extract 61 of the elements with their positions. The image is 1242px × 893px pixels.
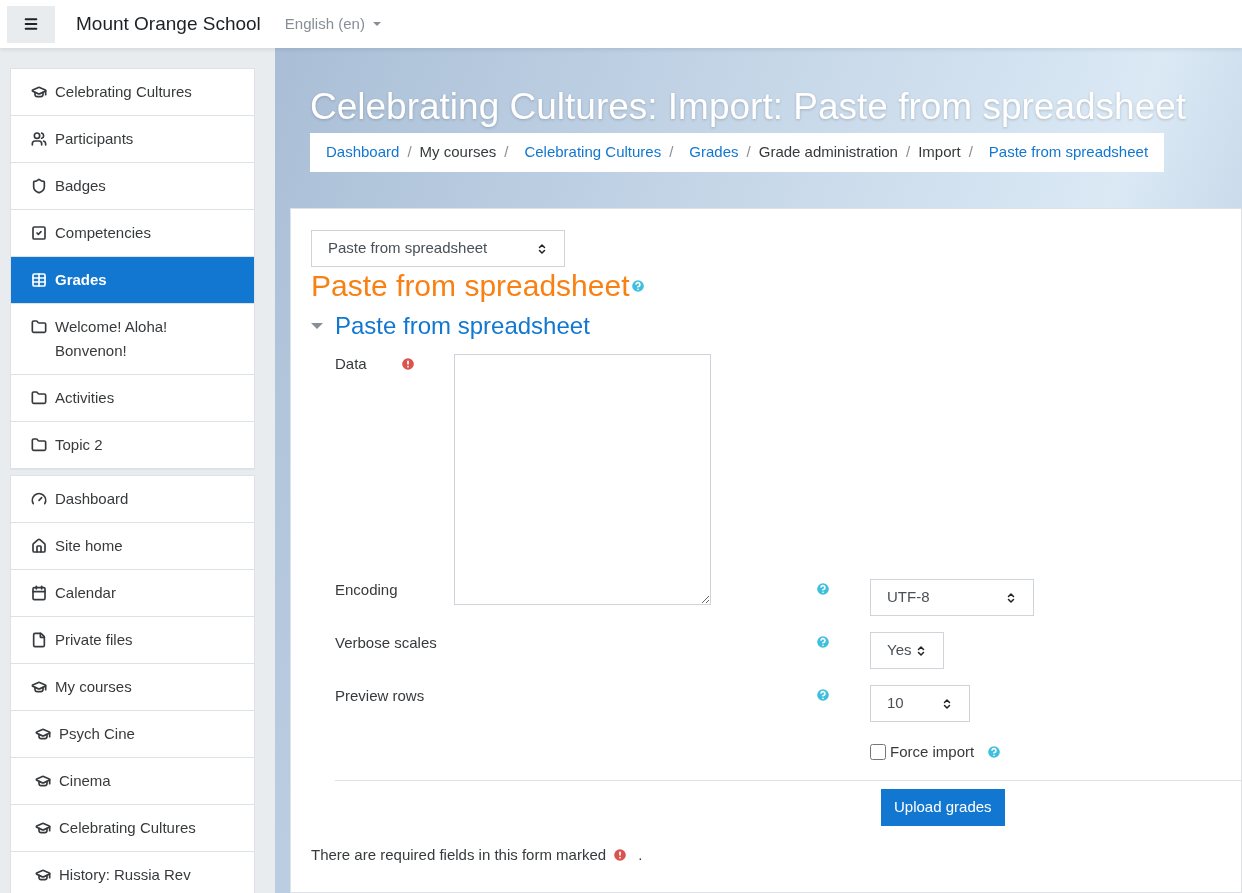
sidebar-item[interactable]: Grades (11, 257, 254, 304)
breadcrumb-item: My courses (419, 142, 497, 163)
help-icon[interactable] (629, 278, 646, 294)
updown-caret-icon (941, 697, 953, 710)
breadcrumb-separator: / (967, 142, 974, 163)
field-label: Verbose scales (335, 633, 438, 653)
folder-icon (31, 390, 47, 406)
folder-icon (31, 319, 47, 335)
gauge-icon (31, 491, 47, 507)
users-icon (31, 131, 47, 147)
caret-icon (372, 22, 381, 26)
folder-icon (31, 437, 47, 453)
help-icon[interactable] (986, 744, 1003, 761)
required-note: There are required fields in this form marked (311, 844, 607, 865)
help-icon[interactable] (815, 687, 831, 703)
page-heading: Paste from spreadsheet (311, 268, 630, 304)
help-icon[interactable] (815, 634, 831, 650)
home-icon (31, 538, 47, 554)
select-field[interactable]: 10 (870, 685, 970, 722)
graduation-cap-icon (35, 773, 51, 789)
checkbox-label: Force import (890, 742, 975, 762)
graduation-cap-icon (31, 84, 47, 100)
breadcrumb-link[interactable]: Celebrating Cultures (516, 141, 662, 164)
field-label: Encoding (335, 580, 399, 600)
site-name[interactable]: Mount Orange School (76, 9, 261, 39)
select-field[interactable]: Yes (870, 632, 944, 669)
help-icon[interactable] (815, 581, 831, 597)
updown-caret-icon (536, 242, 548, 255)
graduation-cap-icon (31, 679, 47, 695)
updown-caret-icon (915, 644, 927, 657)
note-period: . (638, 844, 643, 865)
graduation-cap-icon (35, 867, 51, 883)
checkbox-icon (31, 225, 47, 241)
menu-button[interactable] (7, 5, 55, 43)
breadcrumb-link[interactable]: Dashboard (326, 141, 400, 164)
updown-caret-icon (1005, 591, 1017, 604)
select-field[interactable]: Paste from spreadsheet (311, 230, 565, 267)
upload-grades-button[interactable]: Upload grades (881, 788, 1005, 826)
breadcrumb-separator: / (668, 142, 675, 163)
graduation-cap-icon (35, 726, 51, 742)
caret-icon (311, 323, 323, 329)
breadcrumb-item: Import (918, 142, 961, 163)
file-icon (31, 632, 47, 648)
field-label: Data (335, 354, 368, 374)
menu-icon (23, 16, 39, 32)
field-label: Preview rows (335, 686, 426, 706)
table-icon (31, 272, 47, 288)
breadcrumb-item: Grade administration (758, 142, 898, 163)
force-import-checkbox[interactable] (870, 744, 886, 761)
shield-icon (31, 178, 47, 194)
breadcrumb-separator: / (745, 142, 752, 163)
breadcrumb-link[interactable]: Grades (681, 141, 739, 164)
breadcrumb-link[interactable]: Paste from spreadsheet (980, 141, 1149, 164)
required-icon (612, 846, 629, 863)
breadcrumb-separator: / (406, 142, 413, 163)
breadcrumb-separator: / (503, 142, 510, 163)
graduation-cap-icon (35, 820, 51, 836)
calendar-icon (31, 585, 47, 601)
section-toggle[interactable]: Paste from spreadsheet (311, 310, 590, 342)
breadcrumb-separator: / (904, 142, 912, 163)
select-field[interactable]: UTF-8 (870, 579, 1034, 616)
